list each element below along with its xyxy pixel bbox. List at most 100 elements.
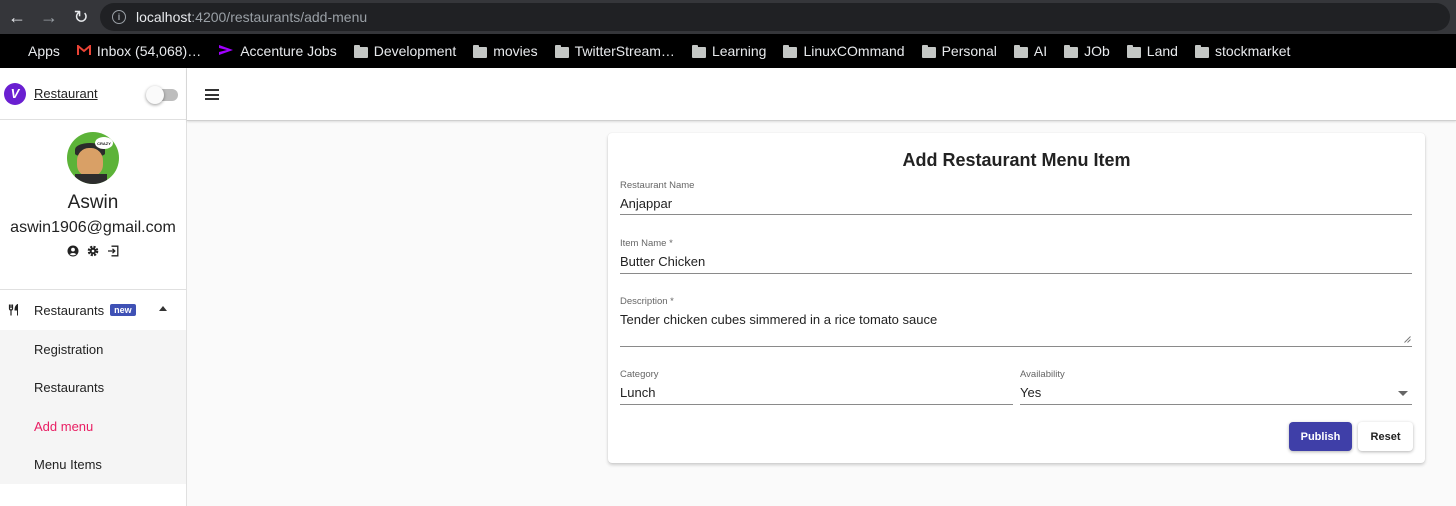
sidebar-group-label: Restaurants [34,302,105,318]
bookmark-land[interactable]: Land [1126,43,1178,59]
sidebar-nav: Restaurants new Registration Restaurants… [0,290,186,484]
avatar-face [77,148,103,176]
publish-button[interactable]: Publish [1289,422,1352,451]
item-name-value: Butter Chicken [620,254,706,269]
bookmark-learning[interactable]: Learning [691,43,767,59]
folder-icon [783,44,798,58]
url-text: localhost:4200/restaurants/add-menu [136,9,367,25]
form-title: Add Restaurant Menu Item [902,150,1131,170]
description-label: Description * [620,296,674,307]
folder-icon [554,44,569,58]
bookmark-twitterstream[interactable]: TwitterStream… [554,43,675,59]
bookmark-label: Land [1146,43,1178,59]
description-field[interactable]: Description * Tender chicken cubes simme… [620,296,1412,347]
brand-header: V Restaurant [0,68,186,120]
avatar-bubble: CRAZY [95,137,113,149]
avatar-shirt [75,174,107,184]
bookmark-job[interactable]: JOb [1064,43,1110,59]
info-icon[interactable]: i [112,10,126,24]
item-name-label: Item Name * [620,238,673,249]
bookmark-label: Accenture Jobs [240,43,337,59]
item-name-field[interactable]: Item Name * Butter Chicken [620,238,1412,274]
bookmarks-bar: Apps Inbox (54,068)… Accenture Jobs Develop… [0,34,1456,68]
description-value: Tender chicken cubes simmered in a rice … [620,312,938,327]
availability-label: Availability [1020,369,1065,380]
add-menu-card: Add Restaurant Menu Item Restaurant Name… [608,133,1425,463]
bookmark-apps[interactable]: Apps [8,43,60,59]
category-field[interactable]: Category Lunch [620,369,1013,405]
brand-link[interactable]: Restaurant [34,86,98,101]
folder-icon [473,44,488,58]
bookmark-development[interactable]: Development [353,43,457,59]
bookmark-label: Learning [711,43,767,59]
bookmark-label: AI [1033,43,1048,59]
bookmark-inbox-54-068[interactable]: Inbox (54,068)… [76,43,202,59]
bookmark-label: TwitterStream… [574,43,675,59]
settings-gear-icon[interactable] [87,245,99,257]
profile-name: Aswin [67,192,119,213]
caret-up-icon[interactable] [159,306,167,311]
folder-icon [353,44,368,58]
sidebar-item-menu-items[interactable]: Menu Items [0,446,186,485]
accenture-icon [218,43,234,59]
top-app-bar [187,68,1456,121]
availability-value: Yes [1020,385,1042,400]
profile-email: aswin1906@gmail.com [10,219,176,236]
back-arrow-icon[interactable]: ← [6,6,28,28]
bookmark-ai[interactable]: AI [1013,43,1048,59]
account-circle-icon[interactable] [67,245,79,257]
theme-toggle[interactable] [146,86,178,104]
url-path: :4200/restaurants/add-menu [191,9,368,25]
new-badge: new [110,304,136,316]
bookmark-label: stockmarket [1214,43,1291,59]
restaurant-name-value: Anjappar [620,196,673,211]
bookmark-movies[interactable]: movies [473,43,538,59]
profile-actions [0,245,186,257]
bookmark-label: Apps [28,43,60,59]
folder-icon [1013,44,1028,58]
browser-toolbar: ← → ↻ i localhost:4200/restaurants/add-m… [0,0,1456,34]
url-host: localhost [136,9,192,25]
url-bar[interactable]: i localhost:4200/restaurants/add-menu [100,3,1450,31]
availability-select[interactable]: Availability Yes [1020,369,1412,405]
folder-icon [691,44,706,58]
category-label: Category [620,369,659,380]
bookmark-linuxcommand[interactable]: LinuxCOmmand [783,43,905,59]
folder-icon [1194,44,1209,58]
toggle-knob [146,86,164,104]
restaurant-cutlery-icon [8,304,18,316]
restaurant-name-field[interactable]: Restaurant Name Anjappar [620,180,1412,215]
folder-icon [921,44,936,58]
bookmark-label: Development [373,43,457,59]
sidebar-item-add-menu[interactable]: Add menu [0,407,186,446]
logout-icon[interactable] [107,245,119,257]
avatar: CRAZY [67,132,119,184]
restaurant-name-label: Restaurant Name [620,180,695,191]
sidebar: V Restaurant CRAZY Aswin aswin1906@gmail… [0,68,187,506]
forward-arrow-icon[interactable]: → [38,6,60,28]
sidebar-submenu: Registration Restaurants Add menu Menu I… [0,330,186,484]
profile-panel: CRAZY Aswin aswin1906@gmail.com [0,132,186,290]
bookmark-label: JOb [1084,43,1110,59]
bookmark-label: Inbox (54,068)… [96,43,202,59]
folder-icon [1126,44,1141,58]
bookmark-label: Personal [941,43,997,59]
bookmark-label: movies [493,43,538,59]
sidebar-item-restaurants[interactable]: Restaurants [0,369,186,408]
bookmark-label: LinuxCOmmand [803,43,905,59]
reload-icon[interactable]: ↻ [70,6,92,28]
category-value: Lunch [620,385,656,400]
resize-handle-icon[interactable] [1404,336,1411,343]
bookmark-accenture-jobs[interactable]: Accenture Jobs [218,43,337,59]
sidebar-group-restaurants[interactable]: Restaurants new [0,290,186,330]
folder-icon [1064,44,1079,58]
menu-hamburger-icon[interactable] [205,89,219,100]
gmail-icon [76,43,91,59]
apps-grid-icon [8,44,22,58]
bookmark-personal[interactable]: Personal [921,43,997,59]
reset-button[interactable]: Reset [1358,422,1413,451]
sidebar-item-registration[interactable]: Registration [0,330,186,369]
dropdown-arrow-icon[interactable] [1398,391,1408,396]
brand-logo-icon[interactable]: V [4,82,26,105]
bookmark-stockmarket[interactable]: stockmarket [1194,43,1291,59]
